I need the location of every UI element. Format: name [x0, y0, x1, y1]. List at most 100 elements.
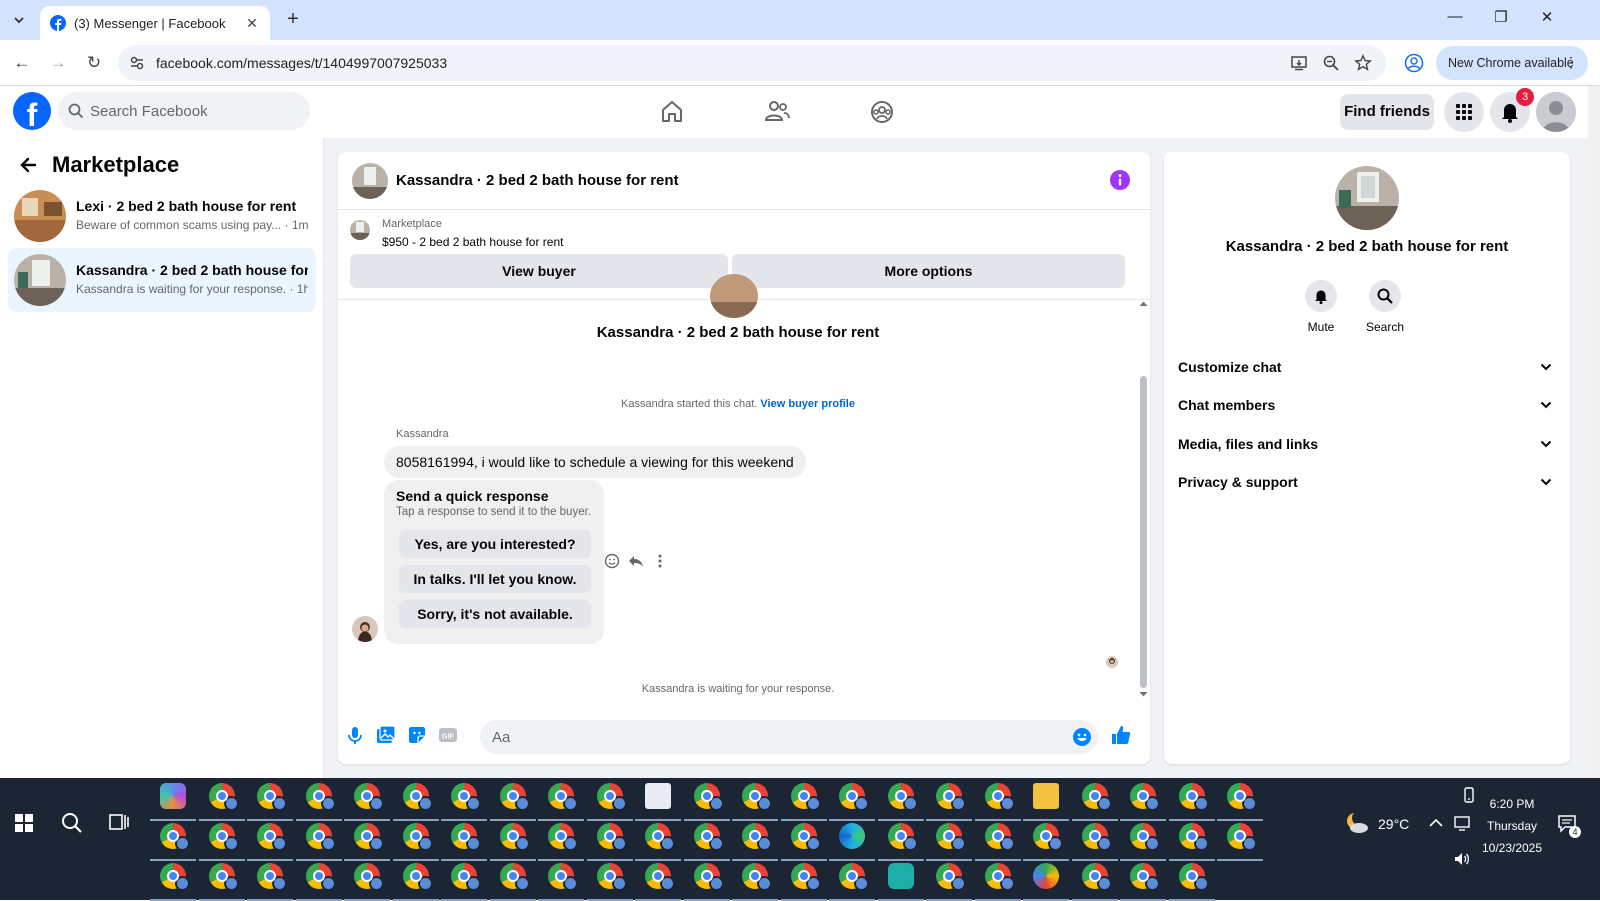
chevron-up-icon[interactable]: [1427, 814, 1445, 832]
chrome-taskbar-icon[interactable]: [693, 823, 724, 851]
chrome-taskbar-icon[interactable]: [839, 863, 869, 891]
chrome-taskbar-icon[interactable]: [451, 783, 481, 811]
back-button[interactable]: ←: [10, 51, 34, 75]
message-input[interactable]: [492, 720, 1052, 754]
chrome-taskbar-icon[interactable]: [305, 783, 336, 811]
view-buyer-profile-link[interactable]: View buyer profile: [760, 398, 855, 410]
chat-title[interactable]: Kassandra · 2 bed 2 bath house for rent: [396, 172, 679, 189]
search-input[interactable]: [90, 92, 300, 130]
chrome-taskbar-icon[interactable]: [984, 823, 1015, 851]
chrome-taskbar-icon[interactable]: [790, 783, 821, 811]
site-settings-icon[interactable]: [128, 54, 146, 72]
chrome-taskbar-icon[interactable]: [548, 783, 578, 811]
bookmark-star-icon[interactable]: [1354, 54, 1372, 72]
chrome-taskbar-icon[interactable]: [1178, 823, 1209, 851]
facebook-logo[interactable]: f: [13, 92, 51, 130]
conversation-item-kassandra[interactable]: Kassandra · 2 bed 2 bath house for... Ka…: [8, 248, 316, 312]
conversation-item-lexi[interactable]: Lexi · 2 bed 2 bath house for rent Bewar…: [8, 184, 316, 248]
browser-tab[interactable]: (3) Messenger | Facebook ✕: [40, 6, 270, 40]
react-emoji-icon[interactable]: [603, 552, 621, 570]
photo-icon[interactable]: [375, 724, 397, 746]
chrome-taskbar-icon[interactable]: [1227, 783, 1257, 811]
contacts-taskbar-icon[interactable]: [645, 783, 671, 809]
chrome-taskbar-icon[interactable]: [208, 783, 239, 811]
network-icon[interactable]: [1453, 814, 1471, 832]
chrome-taskbar-icon[interactable]: [936, 823, 966, 851]
friends-icon[interactable]: [757, 92, 797, 132]
chrome-taskbar-icon[interactable]: [645, 863, 675, 891]
chrome-taskbar-icon[interactable]: [693, 863, 724, 891]
quick-response-option[interactable]: In talks. I'll let you know.: [399, 565, 591, 593]
chrome-taskbar-icon[interactable]: [305, 823, 336, 851]
taskbar-search-icon[interactable]: [60, 811, 84, 835]
chrome-profile-icon[interactable]: [1404, 53, 1424, 73]
listing-price[interactable]: $950 - 2 bed 2 bath house for rent: [382, 235, 563, 249]
task-view-icon[interactable]: [108, 811, 130, 833]
chrome-taskbar-icon[interactable]: [1130, 783, 1160, 811]
groups-icon[interactable]: [862, 92, 902, 132]
search-action[interactable]: Search: [1355, 280, 1415, 334]
thread-scrollbar[interactable]: [1136, 300, 1150, 700]
chrome-taskbar-icon[interactable]: [160, 823, 190, 851]
privacy-support-section[interactable]: Privacy & support: [1178, 463, 1558, 501]
notifications-button[interactable]: 3: [1490, 88, 1534, 132]
emoji-icon[interactable]: [1072, 727, 1092, 747]
more-actions-icon[interactable]: [651, 552, 669, 570]
chrome-taskbar-icon[interactable]: [645, 823, 675, 851]
back-arrow-icon[interactable]: [18, 155, 38, 175]
app-taskbar-icon[interactable]: [887, 863, 914, 889]
file-explorer-taskbar-icon[interactable]: [1033, 783, 1059, 809]
chrome-taskbar-icon[interactable]: [790, 863, 821, 891]
minimize-button[interactable]: —: [1432, 8, 1478, 32]
menu-button[interactable]: [1444, 92, 1484, 132]
new-chrome-available-button[interactable]: New Chrome available ⋮: [1436, 46, 1588, 80]
chrome-menu-icon[interactable]: ⋮: [1564, 54, 1578, 71]
maximize-button[interactable]: ❐: [1478, 8, 1524, 32]
tab-search-button[interactable]: [6, 8, 32, 32]
windows-start-icon[interactable]: [15, 814, 33, 832]
edge-taskbar-icon[interactable]: [839, 823, 865, 849]
chrome-taskbar-icon[interactable]: [257, 823, 287, 851]
chrome-taskbar-icon[interactable]: [402, 863, 433, 891]
install-app-icon[interactable]: [1290, 54, 1308, 72]
chrome-taskbar-icon[interactable]: [1081, 783, 1112, 811]
chrome-taskbar-icon[interactable]: [208, 823, 239, 851]
scroll-thumb[interactable]: [1140, 376, 1147, 688]
chrome-taskbar-icon[interactable]: [499, 783, 530, 811]
chrome-taskbar-icon[interactable]: [1081, 863, 1112, 891]
chrome-taskbar-icon[interactable]: [936, 783, 966, 811]
chrome-taskbar-icon[interactable]: [1178, 863, 1209, 891]
close-window-button[interactable]: ✕: [1524, 8, 1570, 32]
chrome-taskbar-icon[interactable]: [742, 823, 772, 851]
incoming-message[interactable]: 8058161994, i would like to schedule a v…: [384, 446, 806, 478]
reload-button[interactable]: ↻: [82, 51, 106, 75]
volume-icon[interactable]: [1453, 850, 1471, 868]
quick-response-option[interactable]: Yes, are you interested?: [399, 530, 591, 558]
chrome-taskbar-icon[interactable]: [402, 823, 433, 851]
chrome-taskbar-icon[interactable]: [499, 823, 530, 851]
weather-moon-cloud-icon[interactable]: [1344, 810, 1370, 836]
chrome-taskbar-icon[interactable]: [1178, 783, 1209, 811]
chrome-taskbar-icon[interactable]: [984, 863, 1015, 891]
details-avatar[interactable]: [1335, 166, 1399, 230]
chrome-taskbar-icon[interactable]: [1033, 823, 1063, 851]
chrome-taskbar-icon[interactable]: [451, 823, 481, 851]
chrome-taskbar-icon[interactable]: [402, 783, 433, 811]
home-icon[interactable]: [652, 92, 692, 132]
view-buyer-button[interactable]: View buyer: [350, 254, 728, 288]
sender-avatar[interactable]: [352, 616, 378, 642]
gif-icon[interactable]: GIF: [437, 724, 459, 746]
chrome-taskbar-icon[interactable]: [887, 783, 918, 811]
chrome-taskbar-icon[interactable]: [693, 783, 724, 811]
chrome-taskbar-icon[interactable]: [839, 783, 869, 811]
quick-response-option[interactable]: Sorry, it's not available.: [399, 600, 591, 628]
account-avatar[interactable]: [1536, 92, 1576, 132]
tab-close-icon[interactable]: ✕: [244, 15, 260, 32]
chrome-taskbar-icon[interactable]: [742, 783, 772, 811]
copilot-taskbar-icon[interactable]: [160, 783, 186, 809]
chrome-taskbar-icon[interactable]: [499, 863, 530, 891]
thumbs-up-icon[interactable]: [1110, 724, 1132, 746]
scroll-down-icon[interactable]: [1139, 690, 1148, 698]
chrome-taskbar-icon[interactable]: [1130, 823, 1160, 851]
chrome-taskbar-icon[interactable]: [305, 863, 336, 891]
